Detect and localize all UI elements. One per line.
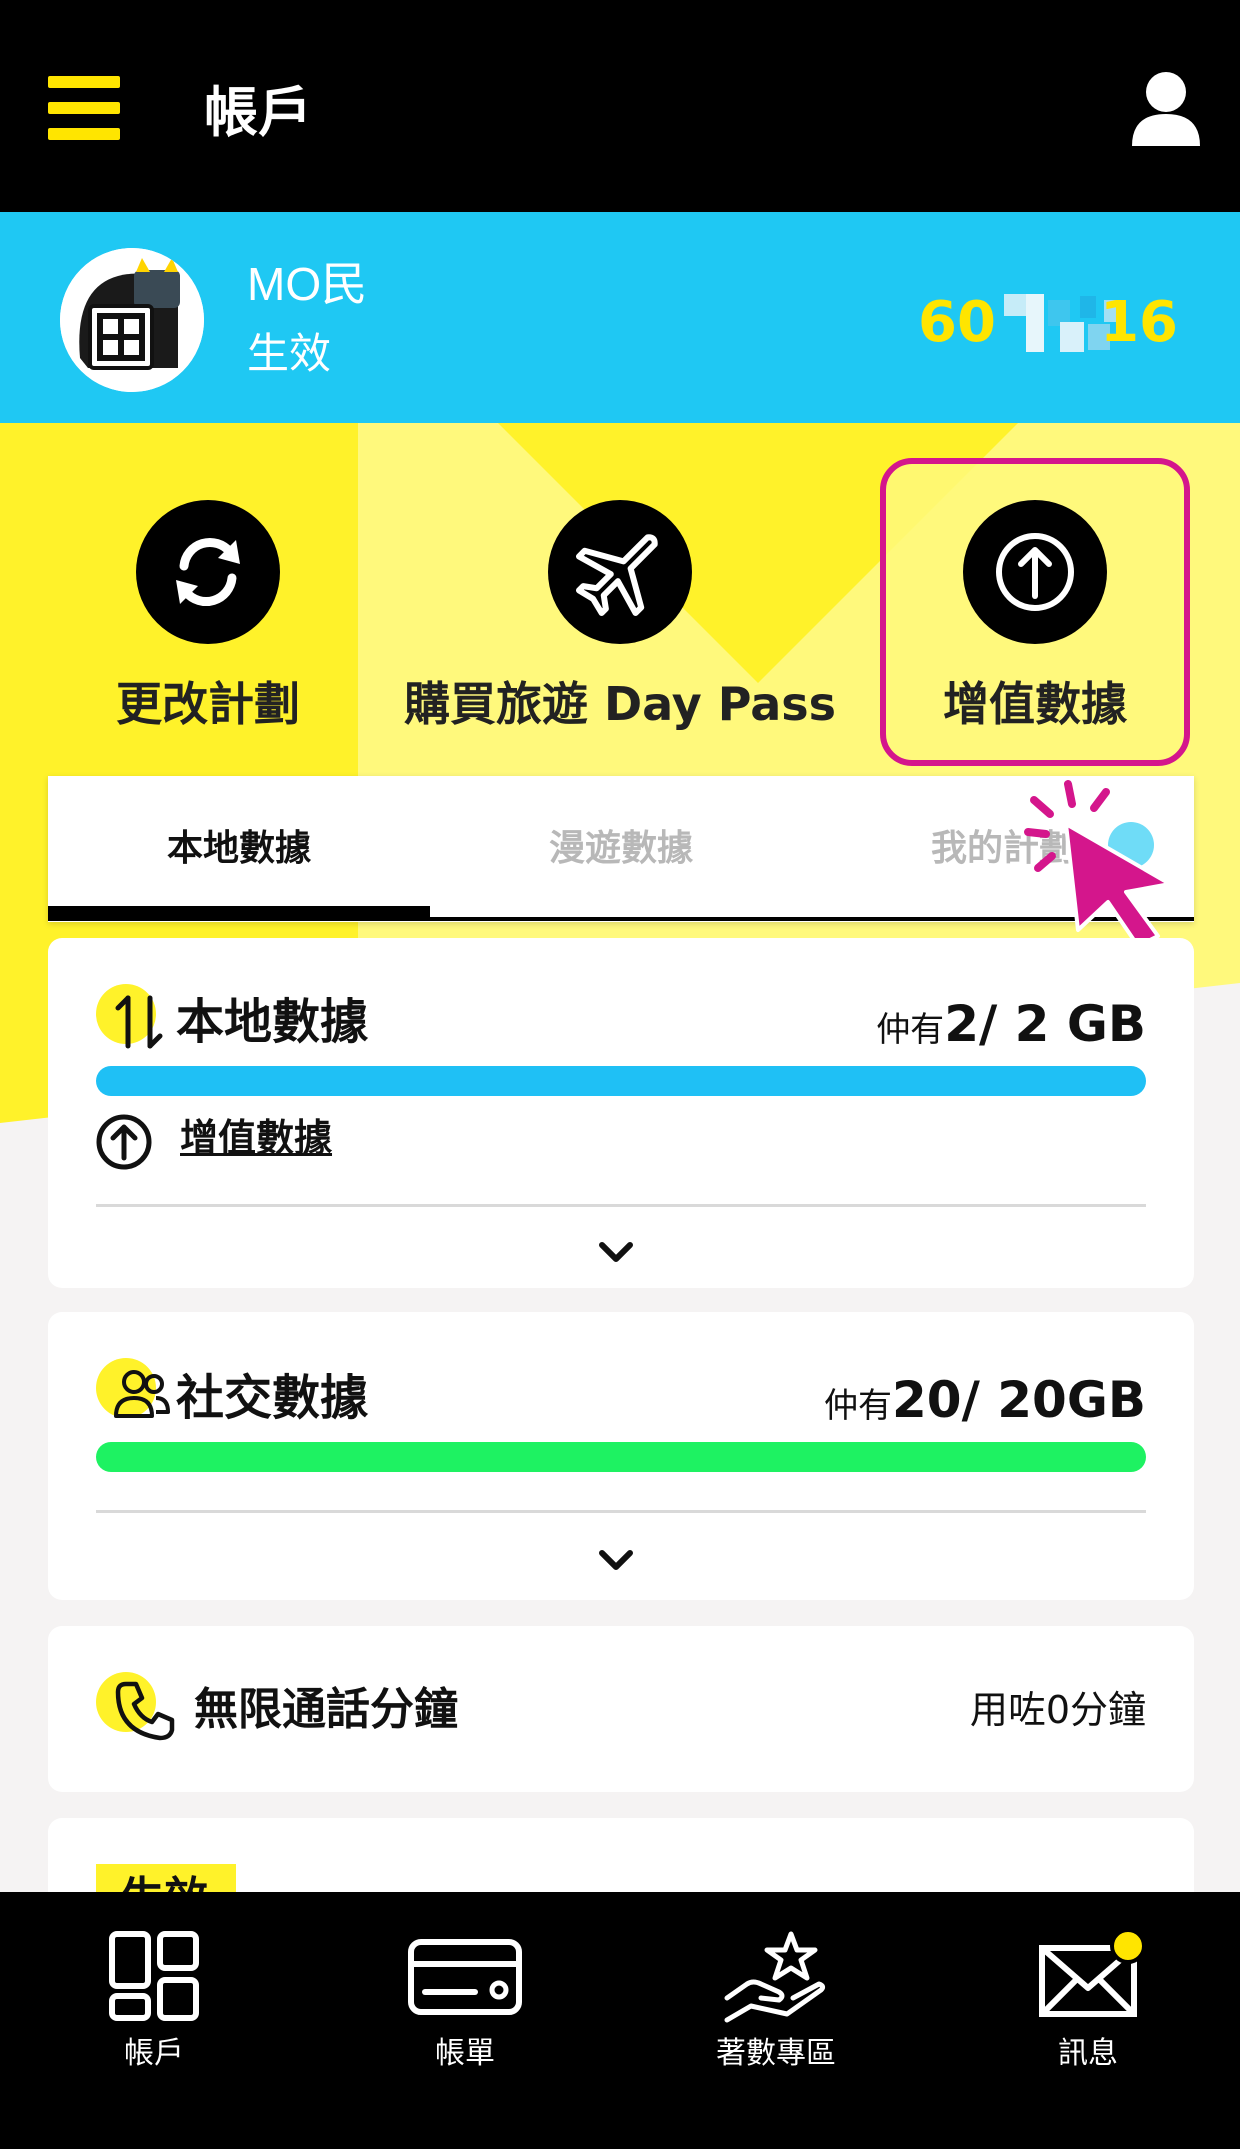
airplane-icon [548, 500, 692, 644]
tab-active-indicator [48, 906, 430, 920]
nav-offers[interactable]: 著數專區 [656, 1928, 896, 2074]
upload-arrow-icon [96, 1114, 152, 1170]
refresh-icon [136, 500, 280, 644]
action-label: 更改計劃 [116, 677, 300, 731]
phone-icon [115, 1681, 175, 1741]
card-divider [96, 1510, 1146, 1513]
mascot-avatar [60, 248, 204, 392]
remaining-data: 仲有20/ 20GB [824, 1368, 1146, 1444]
nav-account[interactable]: 帳戶 [34, 1928, 274, 2074]
card-title: 社交數據 [176, 1370, 369, 1426]
star-hand-icon [724, 1931, 826, 2023]
remaining-data: 仲有2/ 2 GB [876, 992, 1146, 1068]
social-data-progress-bar [96, 1442, 1146, 1472]
hamburger-menu-icon[interactable] [48, 76, 120, 140]
tab-local-data[interactable]: 本地數據 [48, 776, 430, 916]
upload-arrow-icon [963, 500, 1107, 644]
remaining-amount: 20/ 20GB [892, 1371, 1146, 1429]
nav-bill[interactable]: 帳單 [345, 1928, 585, 2074]
action-label: 購買旅遊 Day Pass [403, 677, 837, 731]
account-status: 生效 [247, 329, 332, 378]
user-name: MO民 [247, 258, 368, 310]
user-profile-icon[interactable] [1130, 70, 1202, 146]
remaining-amount: 2/ 2 GB [944, 995, 1146, 1053]
local-data-progress-bar [96, 1066, 1146, 1096]
envelope-icon [1039, 1928, 1146, 2017]
remaining-prefix: 仲有 [876, 1010, 945, 1050]
social-data-card: 社交數據 仲有20/ 20GB [48, 1312, 1194, 1600]
topup-data-link[interactable]: 增值數據 [180, 1110, 332, 1166]
unlimited-calls-card: 無限通話分鐘 用咗0分鐘 [48, 1626, 1194, 1792]
remaining-prefix: 仲有 [824, 1386, 893, 1426]
nav-label: 著數專區 [716, 2036, 836, 2071]
chevron-down-icon[interactable] [599, 1240, 633, 1264]
tap-pointer-icon [1024, 780, 1172, 948]
local-data-card: 本地數據 仲有2/ 2 GB 增值數據 [48, 938, 1194, 1288]
group-users-icon [114, 1370, 170, 1418]
top-bar: 帳戶 [0, 0, 1240, 212]
phone-prefix: 60 [918, 290, 996, 355]
phone-suffix: 16 [1100, 290, 1178, 355]
account-summary: MO民 生效 60 16 [0, 212, 1240, 423]
topup-data-button[interactable]: 增值數據 [915, 500, 1155, 734]
minutes-used: 用咗0分鐘 [969, 1688, 1146, 1732]
nav-label: 訊息 [1058, 2036, 1118, 2071]
nav-label: 帳單 [435, 2036, 495, 2071]
tab-roaming-data[interactable]: 漫遊數據 [430, 776, 812, 916]
card-divider [96, 1204, 1146, 1207]
phone-number: 60 16 [918, 288, 1178, 358]
action-label: 增值數據 [943, 677, 1127, 731]
bottom-navigation: 帳戶 帳單 著數專區 訊息 [0, 1892, 1240, 2149]
nav-label: 帳戶 [124, 2036, 184, 2071]
card-title: 無限通話分鐘 [194, 1684, 458, 1735]
credit-card-icon [408, 1939, 522, 2015]
buy-travel-day-pass-button[interactable]: 購買旅遊 Day Pass [400, 500, 840, 734]
change-plan-button[interactable]: 更改計劃 [88, 500, 328, 734]
dashboard-icon [109, 1931, 199, 2021]
data-transfer-icon [115, 995, 163, 1049]
card-title: 本地數據 [176, 994, 369, 1050]
nav-messages[interactable]: 訊息 [968, 1928, 1208, 2074]
page-title: 帳戶 [204, 81, 312, 144]
chevron-down-icon[interactable] [599, 1548, 633, 1572]
